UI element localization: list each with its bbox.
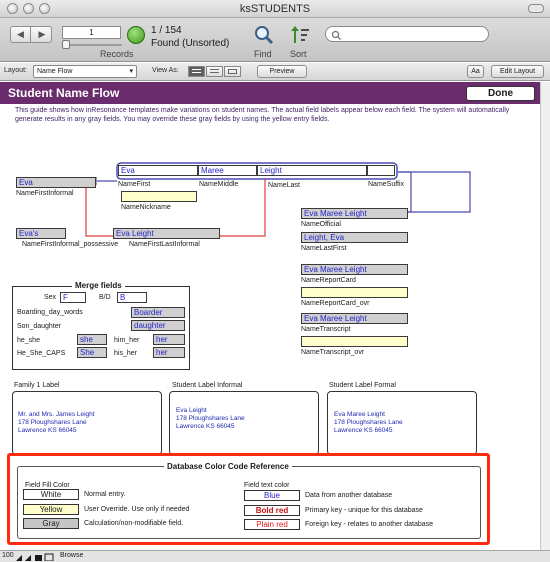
family-label-line: Lawrence KS 66045 (18, 427, 77, 434)
name-transcript-ovr-field[interactable] (301, 336, 408, 347)
name-first-informal-possessive-field[interactable]: Eva's (16, 228, 66, 239)
gray-swatch: Gray (23, 518, 79, 529)
he-she-field[interactable]: she (77, 334, 107, 345)
he-she-caps-field[interactable]: She (77, 347, 107, 358)
name-official-field[interactable]: Eva Maree Leight (301, 208, 408, 219)
his-her-label: his_her (114, 350, 137, 357)
name-last-first-label: NameLastFirst (301, 245, 347, 252)
student-label-informal-line: Lawrence KS 66045 (176, 423, 235, 430)
blue-text-swatch: Blue (244, 490, 300, 501)
name-report-card-ovr-field[interactable] (301, 287, 408, 298)
bold-red-text-desc: Primary key - unique for this database (305, 507, 423, 514)
name-first-field[interactable]: Eva (118, 165, 198, 176)
name-middle-field[interactable]: Maree (198, 165, 257, 176)
status-bar: 100 Browse (0, 550, 550, 562)
him-her-field[interactable]: her (153, 334, 185, 345)
student-label-formal-line: Lawrence KS 66045 (334, 427, 393, 434)
fill-color-header: Field Fill Color (25, 482, 70, 489)
gray-swatch-desc: Calculation/non-modifiable field. (84, 520, 184, 527)
name-suffix-field[interactable] (367, 165, 395, 176)
name-middle-label: NameMiddle (199, 181, 239, 188)
name-nickname-field[interactable] (121, 191, 197, 202)
white-swatch-desc: Normal entry. (84, 491, 126, 498)
name-first-informal-possessive-label: NameFirstInformal_possessive (22, 241, 119, 248)
color-code-reference-title: Database Color Code Reference (164, 462, 292, 471)
name-first-informal-label: NameFirstInformal (16, 190, 74, 197)
son-daughter-label: Son_daughter (17, 323, 61, 330)
name-transcript-label: NameTranscript (301, 326, 351, 333)
blue-text-desc: Data from another database (305, 492, 393, 499)
name-first-label: NameFirst (118, 181, 151, 188)
name-report-card-field[interactable]: Eva Maree Leight (301, 264, 408, 275)
mode-label[interactable]: Browse (60, 552, 83, 559)
name-report-card-ovr-label: NameReportCard_ovr (301, 300, 370, 307)
his-her-field[interactable]: her (153, 347, 185, 358)
plain-red-text-swatch: Plain red (244, 519, 300, 530)
bd-field[interactable]: B (117, 292, 147, 303)
name-last-first-field[interactable]: Leight, Eva (301, 232, 408, 243)
plain-red-text-desc: Foreign key - relates to another databas… (305, 521, 434, 528)
him-her-label: him_her (114, 337, 140, 344)
he-she-caps-label: He_She_CAPS (17, 350, 66, 357)
yellow-swatch-desc: User Override. Use only if needed (84, 506, 190, 513)
student-label-formal-line: 178 Ploughshares Lane (334, 419, 403, 426)
merge-fields-title: Merge fields (72, 281, 125, 290)
name-last-label: NameLast (268, 182, 300, 189)
family-label-line: 178 Ploughshares Lane (18, 419, 87, 426)
family-label-line: Mr. and Mrs. James Leight (18, 411, 95, 418)
name-transcript-ovr-label: NameTranscript_ovr (301, 349, 365, 356)
name-transcript-field[interactable]: Eva Maree Leight (301, 313, 408, 324)
sex-label: Sex (44, 294, 57, 301)
name-report-card-label: NameReportCard (301, 277, 356, 284)
he-she-label: he_she (17, 337, 40, 344)
name-first-last-informal-field[interactable]: Eva Leight (113, 228, 220, 239)
boarding-day-label: Boarding_day_words (17, 309, 83, 316)
white-swatch: White (23, 489, 79, 500)
name-last-field[interactable]: Leight (257, 165, 367, 176)
text-color-header: Field text color (244, 482, 290, 489)
name-official-label: NameOfficial (301, 221, 341, 228)
bold-red-text-swatch: Bold red (244, 505, 300, 516)
zoom-controls-icon[interactable] (16, 553, 56, 561)
bd-label: B/D (99, 294, 111, 301)
name-nickname-label: NameNickname (121, 204, 171, 211)
zoom-level[interactable]: 100 (2, 552, 14, 559)
student-label-informal-line: 178 Ploughshares Lane (176, 415, 245, 422)
son-daughter-field[interactable]: daughter (131, 320, 185, 331)
sex-field[interactable]: F (60, 292, 86, 303)
name-suffix-label: NameSuffix (368, 181, 405, 188)
name-first-last-informal-label: NameFirstLastInformal (129, 241, 200, 248)
boarding-day-field[interactable]: Boarder (131, 307, 185, 318)
student-label-informal-line: Eva Leight (176, 407, 207, 414)
student-label-informal-title: Student Label Informal (172, 382, 243, 389)
student-label-formal-line: Eva Maree Leight (334, 411, 385, 418)
student-label-formal-title: Student Label Formal (329, 382, 396, 389)
family-label-title: Family 1 Label (14, 382, 60, 389)
name-first-informal-field[interactable]: Eva (16, 177, 96, 188)
yellow-swatch: Yellow (23, 504, 79, 515)
